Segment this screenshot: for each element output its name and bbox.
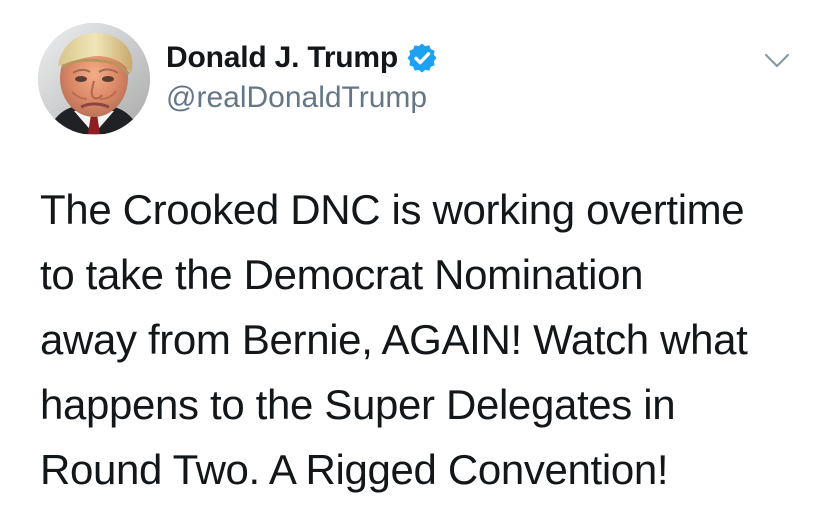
chevron-down-icon	[764, 53, 790, 68]
tweet-text-line-4: happens to the Super Delegates in	[40, 381, 676, 428]
tweet-text-line-5: Round Two. A Rigged Convention!	[40, 446, 669, 493]
tweet-card: Donald J. Trump @realDonaldTrump The Cro…	[0, 0, 828, 527]
tweet-text: The Crooked DNC is working overtime to t…	[40, 177, 810, 507]
author-name[interactable]: Donald J. Trump	[166, 40, 398, 76]
verified-badge-icon	[407, 43, 437, 73]
author-name-row: Donald J. Trump	[166, 40, 438, 76]
profile-photo	[38, 23, 150, 135]
avatar[interactable]	[38, 23, 150, 135]
tweet-text-line-3: away from Bernie, AGAIN! Watch what	[40, 316, 748, 363]
tweet-header: Donald J. Trump @realDonaldTrump	[166, 40, 726, 120]
author-handle[interactable]: @realDonaldTrump	[166, 80, 427, 116]
tweet-options-button[interactable]	[762, 48, 792, 74]
tweet-text-line-2: to take the Democrat Nomination	[40, 251, 644, 298]
tweet-text-line-1: The Crooked DNC is working overtime	[40, 186, 745, 233]
